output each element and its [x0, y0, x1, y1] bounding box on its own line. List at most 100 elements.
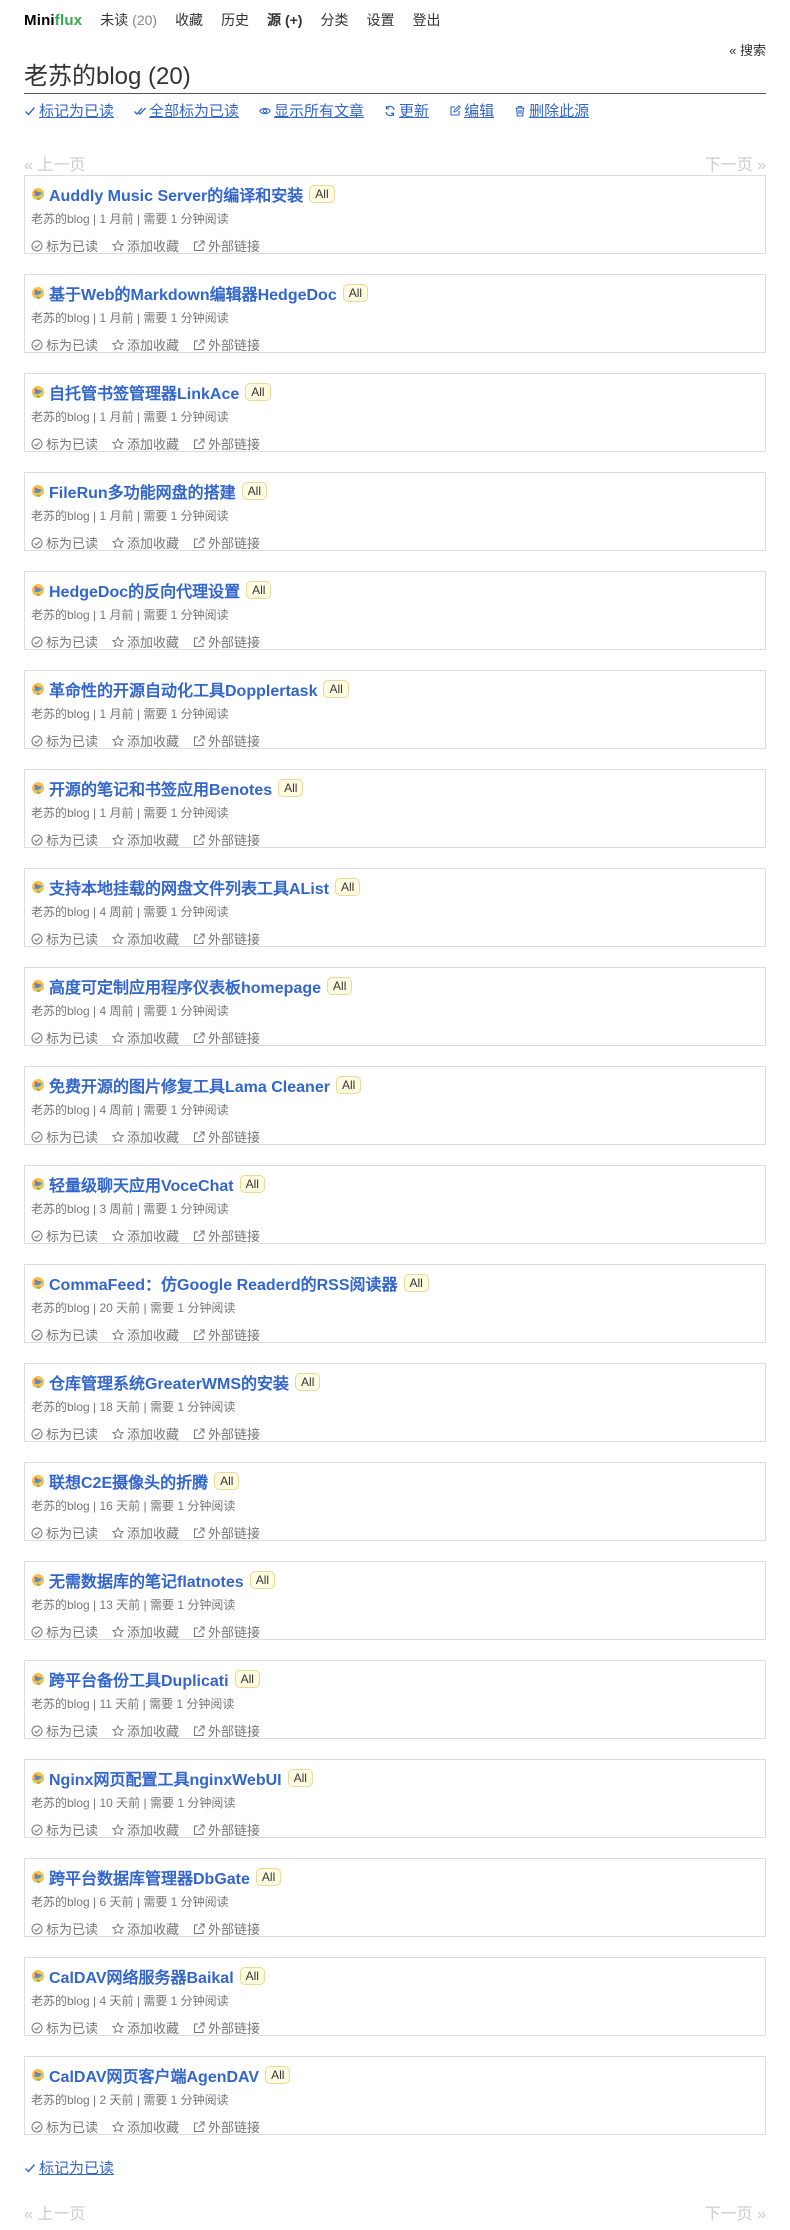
entry-star-button[interactable]: 添加收藏: [112, 929, 179, 948]
entry-external-link[interactable]: 外部链接: [193, 533, 260, 552]
entry-external-link[interactable]: 外部链接: [193, 1523, 260, 1542]
entry-star-button[interactable]: 添加收藏: [112, 2117, 179, 2136]
entry-external-link[interactable]: 外部链接: [193, 1028, 260, 1047]
entry-category-badge[interactable]: All: [246, 581, 272, 599]
entry-title-link[interactable]: 自托管书签管理器LinkAce: [49, 380, 239, 404]
entry-mark-read-button[interactable]: 标为已读: [31, 1424, 98, 1443]
nav-history[interactable]: 历史: [221, 10, 249, 30]
entry-category-badge[interactable]: All: [239, 1175, 265, 1193]
entry-category-badge[interactable]: All: [403, 1274, 429, 1292]
entry-external-link[interactable]: 外部链接: [193, 2018, 260, 2037]
entry-title-link[interactable]: Nginx网页配置工具nginxWebUI: [49, 1766, 282, 1790]
entry-category-badge[interactable]: All: [335, 1076, 362, 1094]
entry-external-link[interactable]: 外部链接: [193, 1820, 260, 1839]
show-all-entries-button[interactable]: 显示所有文章: [259, 100, 364, 121]
entry-mark-read-button[interactable]: 标为已读: [31, 1226, 98, 1245]
entry-star-button[interactable]: 添加收藏: [112, 434, 179, 453]
entry-mark-read-button[interactable]: 标为已读: [31, 1721, 98, 1740]
entry-title-link[interactable]: 免费开源的图片修复工具Lama Cleaner: [49, 1073, 330, 1097]
entry-feed-name[interactable]: 老苏的blog: [31, 311, 90, 325]
nav-unread[interactable]: 未读 (20): [100, 10, 157, 30]
entry-mark-read-button[interactable]: 标为已读: [31, 830, 98, 849]
entry-title-link[interactable]: Auddly Music Server的编译和安装: [49, 182, 303, 206]
entry-mark-read-button[interactable]: 标为已读: [31, 335, 98, 354]
entry-title-link[interactable]: CalDAV网页客户端AgenDAV: [49, 2063, 259, 2087]
entry-mark-read-button[interactable]: 标为已读: [31, 1622, 98, 1641]
entry-external-link[interactable]: 外部链接: [193, 929, 260, 948]
entry-feed-name[interactable]: 老苏的blog: [31, 509, 90, 523]
entry-star-button[interactable]: 添加收藏: [112, 1226, 179, 1245]
entry-external-link[interactable]: 外部链接: [193, 830, 260, 849]
entry-category-badge[interactable]: All: [335, 878, 361, 896]
entry-category-badge[interactable]: All: [327, 977, 353, 995]
entry-star-button[interactable]: 添加收藏: [112, 632, 179, 651]
entry-title-link[interactable]: 联想C2E摄像头的折腾: [49, 1469, 208, 1493]
entry-title-link[interactable]: 轻量级聊天应用VoceChat: [49, 1172, 234, 1196]
entry-title-link[interactable]: 革命性的开源自动化工具Dopplertask: [49, 677, 317, 701]
entry-category-badge[interactable]: All: [342, 284, 369, 302]
entry-star-button[interactable]: 添加收藏: [112, 533, 179, 552]
entry-mark-read-button[interactable]: 标为已读: [31, 533, 98, 552]
entry-title-link[interactable]: 无需数据库的笔记flatnotes: [49, 1568, 244, 1592]
logo[interactable]: Miniflux: [24, 12, 82, 29]
entry-title-link[interactable]: 仓库管理系统GreaterWMS的安装: [49, 1370, 289, 1394]
entry-category-badge[interactable]: All: [295, 1373, 321, 1391]
entry-external-link[interactable]: 外部链接: [193, 1919, 260, 1938]
entry-star-button[interactable]: 添加收藏: [112, 1523, 179, 1542]
entry-mark-read-button[interactable]: 标为已读: [31, 929, 98, 948]
entry-external-link[interactable]: 外部链接: [193, 1226, 260, 1245]
entry-category-badge[interactable]: All: [255, 1868, 282, 1886]
delete-feed-button[interactable]: 删除此源: [514, 100, 589, 121]
entry-category-badge[interactable]: All: [278, 779, 304, 797]
entry-title-link[interactable]: 基于Web的Markdown编辑器HedgeDoc: [49, 281, 337, 305]
entry-title-link[interactable]: FileRun多功能网盘的搭建: [49, 479, 236, 503]
entry-feed-name[interactable]: 老苏的blog: [31, 2093, 90, 2107]
search-toggle[interactable]: « 搜索: [729, 40, 766, 59]
entry-star-button[interactable]: 添加收藏: [112, 1721, 179, 1740]
entry-star-button[interactable]: 添加收藏: [112, 1820, 179, 1839]
entry-star-button[interactable]: 添加收藏: [112, 1622, 179, 1641]
entry-star-button[interactable]: 添加收藏: [112, 1028, 179, 1047]
entry-category-badge[interactable]: All: [245, 383, 271, 401]
entry-feed-name[interactable]: 老苏的blog: [31, 1796, 90, 1810]
entry-external-link[interactable]: 外部链接: [193, 1325, 260, 1344]
entry-feed-name[interactable]: 老苏的blog: [31, 1499, 90, 1513]
entry-mark-read-button[interactable]: 标为已读: [31, 2018, 98, 2037]
entry-feed-name[interactable]: 老苏的blog: [31, 1400, 90, 1414]
entry-category-badge[interactable]: All: [287, 1769, 313, 1787]
entry-mark-read-button[interactable]: 标为已读: [31, 434, 98, 453]
entry-external-link[interactable]: 外部链接: [193, 731, 260, 750]
entry-title-link[interactable]: 支持本地挂载的网盘文件列表工具AList: [49, 875, 329, 899]
entry-external-link[interactable]: 外部链接: [193, 1127, 260, 1146]
entry-mark-read-button[interactable]: 标为已读: [31, 1820, 98, 1839]
edit-feed-button[interactable]: 编辑: [449, 100, 494, 121]
entry-category-badge[interactable]: All: [309, 185, 335, 203]
entry-feed-name[interactable]: 老苏的blog: [31, 410, 90, 424]
entry-feed-name[interactable]: 老苏的blog: [31, 1994, 90, 2008]
entry-feed-name[interactable]: 老苏的blog: [31, 212, 90, 226]
entry-category-badge[interactable]: All: [239, 1967, 265, 1985]
entry-feed-name[interactable]: 老苏的blog: [31, 608, 90, 622]
entry-mark-read-button[interactable]: 标为已读: [31, 1325, 98, 1344]
entry-mark-read-button[interactable]: 标为已读: [31, 731, 98, 750]
entry-mark-read-button[interactable]: 标为已读: [31, 236, 98, 255]
nav-starred[interactable]: 收藏: [175, 10, 203, 30]
entry-mark-read-button[interactable]: 标为已读: [31, 1523, 98, 1542]
nav-settings[interactable]: 设置: [366, 10, 394, 30]
entry-external-link[interactable]: 外部链接: [193, 236, 260, 255]
entry-external-link[interactable]: 外部链接: [193, 2117, 260, 2136]
entry-external-link[interactable]: 外部链接: [193, 632, 260, 651]
entry-mark-read-button[interactable]: 标为已读: [31, 2117, 98, 2136]
entry-category-badge[interactable]: All: [323, 680, 349, 698]
entry-mark-read-button[interactable]: 标为已读: [31, 1028, 98, 1047]
nav-logout[interactable]: 登出: [412, 10, 440, 30]
entry-title-link[interactable]: 跨平台数据库管理器DbGate: [49, 1865, 250, 1889]
entry-star-button[interactable]: 添加收藏: [112, 2018, 179, 2037]
nav-feeds-add[interactable]: (+): [285, 12, 303, 28]
entry-feed-name[interactable]: 老苏的blog: [31, 1697, 90, 1711]
entry-star-button[interactable]: 添加收藏: [112, 1325, 179, 1344]
entry-title-link[interactable]: HedgeDoc的反向代理设置: [49, 578, 240, 602]
entry-title-link[interactable]: CalDAV网络服务器Baikal: [49, 1964, 234, 1988]
entry-external-link[interactable]: 外部链接: [193, 1622, 260, 1641]
entry-mark-read-button[interactable]: 标为已读: [31, 1127, 98, 1146]
